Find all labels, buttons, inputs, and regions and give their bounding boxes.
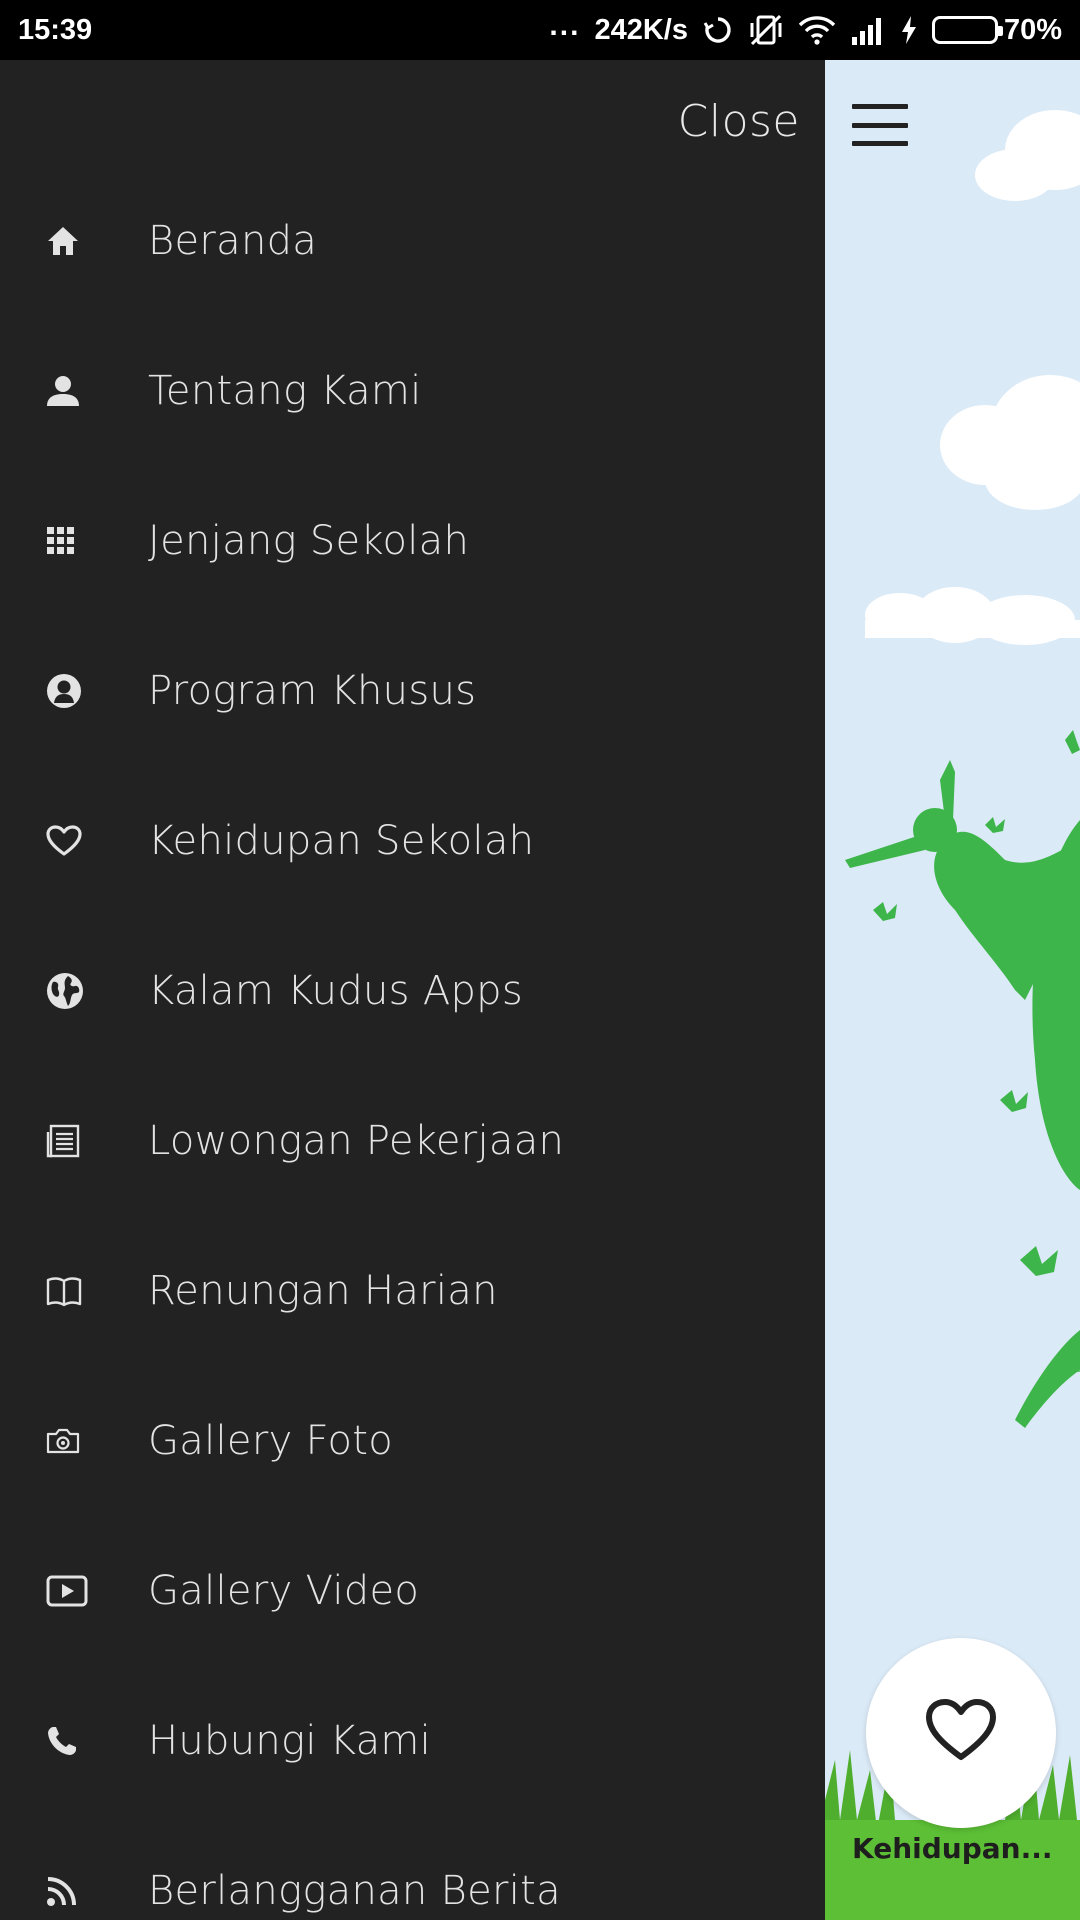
- status-icons: ... 242K/s 70%: [549, 9, 1062, 47]
- sync-icon: [702, 14, 734, 46]
- video-icon: [0, 1516, 148, 1666]
- phone-icon: [0, 1666, 148, 1816]
- drawer-menu: Beranda Tentang Kami Jenjang Sekolah Pro…: [0, 166, 825, 1920]
- menu-item-kehidupan-sekolah[interactable]: Kehidupan Sekolah: [0, 766, 825, 916]
- charging-icon: [900, 15, 918, 45]
- menu-item-label: Hubungi Kami: [148, 1718, 432, 1764]
- menu-item-label: Lowongan Pekerjaan: [148, 1118, 565, 1164]
- battery-indicator: 70%: [931, 13, 1062, 47]
- menu-item-label: Kehidupan Sekolah: [148, 818, 535, 864]
- network-speed: 242K/s: [594, 13, 688, 46]
- menu-item-kalam-kudus-apps[interactable]: Kalam Kudus Apps: [0, 916, 825, 1066]
- status-more-dots: ...: [549, 9, 581, 42]
- menu-item-lowongan-pekerjaan[interactable]: Lowongan Pekerjaan: [0, 1066, 825, 1216]
- menu-item-gallery-foto[interactable]: Gallery Foto: [0, 1366, 825, 1516]
- menu-item-renungan-harian[interactable]: Renungan Harian: [0, 1216, 825, 1366]
- heart-icon: [0, 766, 148, 916]
- close-button[interactable]: Close: [678, 96, 800, 147]
- book-icon: [0, 1216, 148, 1366]
- menu-item-label: Jenjang Sekolah: [148, 518, 470, 564]
- fab-label: Kehidupan...: [852, 1832, 1053, 1865]
- globe-icon: [0, 916, 148, 1066]
- menu-item-hubungi-kami[interactable]: Hubungi Kami: [0, 1666, 825, 1816]
- status-time: 15:39: [18, 13, 93, 46]
- wifi-icon: [798, 15, 836, 45]
- battery-percent: 70%: [1003, 13, 1062, 46]
- grid-icon: [0, 466, 148, 616]
- menu-item-label: Gallery Foto: [148, 1418, 393, 1464]
- camera-icon: [0, 1366, 148, 1516]
- menu-item-label: Berlangganan Berita: [148, 1868, 561, 1914]
- vibrate-off-icon: [748, 13, 784, 47]
- menu-item-label: Kalam Kudus Apps: [148, 968, 524, 1014]
- battery-icon: [931, 16, 1003, 44]
- menu-item-label: Beranda: [148, 218, 318, 264]
- menu-item-tentang-kami[interactable]: Tentang Kami: [0, 316, 825, 466]
- hamburger-menu-icon[interactable]: [852, 104, 908, 146]
- home-icon: [0, 166, 148, 316]
- menu-item-program-khusus[interactable]: Program Khusus: [0, 616, 825, 766]
- menu-item-label: Program Khusus: [148, 668, 477, 714]
- status-bar: 15:39 ... 242K/s 70%: [0, 0, 1080, 60]
- menu-item-jenjang-sekolah[interactable]: Jenjang Sekolah: [0, 466, 825, 616]
- favorite-fab-button[interactable]: [866, 1638, 1056, 1828]
- signal-icon: [850, 15, 886, 45]
- menu-item-beranda[interactable]: Beranda: [0, 166, 825, 316]
- user-circle-icon: [0, 616, 148, 766]
- navigation-drawer: Close Beranda Tentang Kami Jenjang Sekol: [0, 60, 825, 1920]
- menu-item-label: Gallery Video: [148, 1568, 420, 1614]
- document-icon: [0, 1066, 148, 1216]
- rss-icon: [0, 1816, 148, 1920]
- menu-item-label: Tentang Kami: [148, 368, 422, 414]
- heart-outline-icon: [925, 1698, 997, 1768]
- menu-item-berlangganan-berita[interactable]: Berlangganan Berita: [0, 1816, 825, 1920]
- menu-item-gallery-video[interactable]: Gallery Video: [0, 1516, 825, 1666]
- menu-item-label: Renungan Harian: [148, 1268, 498, 1314]
- person-icon: [0, 316, 148, 466]
